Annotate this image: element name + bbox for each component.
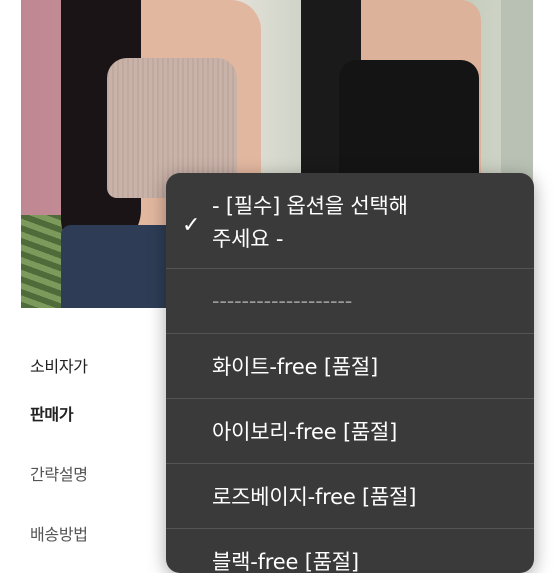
option-item-white[interactable]: 화이트-free [품절] [166, 334, 534, 399]
summary-label: 간략설명 [30, 465, 88, 484]
retail-price-label: 소비자가 [30, 357, 88, 376]
sale-price-label: 판매가 [30, 405, 74, 424]
option-placeholder-line2: 주세요 - [212, 227, 284, 251]
option-placeholder-line1: - [필수] 옵션을 선택해 [212, 194, 408, 218]
option-item-black[interactable]: 블랙-free [품절] [166, 529, 534, 573]
shipping-method-label: 배송방법 [30, 525, 88, 544]
option-item-ivory[interactable]: 아이보리-free [품절] [166, 399, 534, 464]
option-select-menu[interactable]: ✓ - [필수] 옵션을 선택해 주세요 - -----------------… [166, 173, 534, 573]
option-item-placeholder[interactable]: ✓ - [필수] 옵션을 선택해 주세요 - [166, 173, 534, 269]
option-item-rosebeige[interactable]: 로즈베이지-free [품절] [166, 464, 534, 529]
option-item-divider[interactable]: ------------------- [166, 269, 534, 334]
checkmark-icon: ✓ [182, 213, 201, 238]
